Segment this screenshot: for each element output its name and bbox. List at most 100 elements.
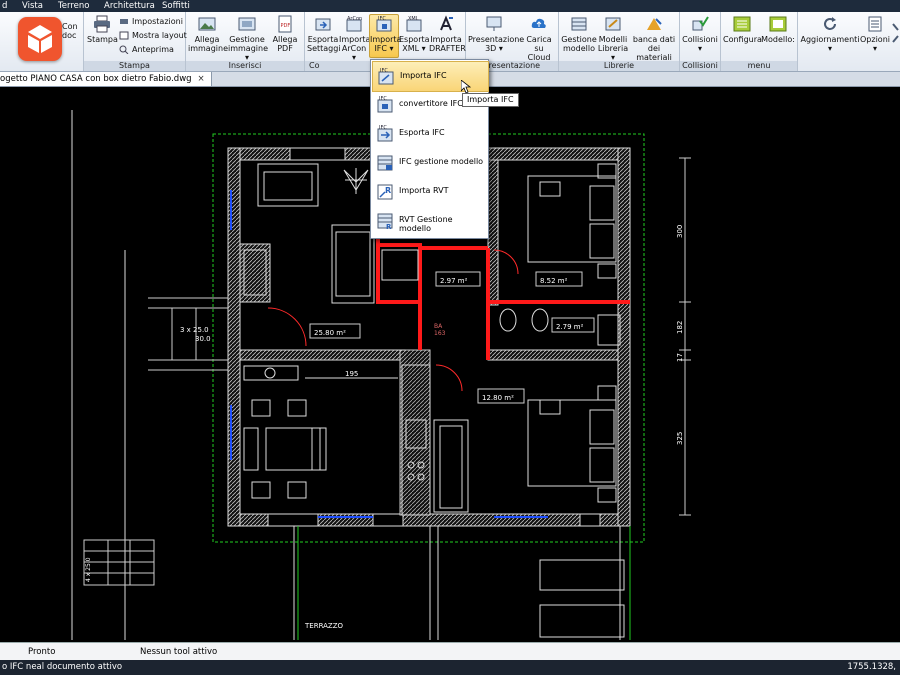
stampa-button[interactable]: Stampa [87, 15, 118, 44]
printer-icon [94, 15, 110, 33]
importa-drafter-button[interactable]: Importa DRAFTER [429, 15, 466, 53]
banca-dati-materiali-button[interactable]: banca dati dei materiali [631, 15, 677, 62]
group-label-menu: menu [721, 61, 797, 71]
terrace-label: TERRAZZO [304, 622, 344, 630]
group-label-stampa: Stampa [84, 61, 185, 71]
allega-pdf-button[interactable]: PDF Allega PDF [270, 15, 300, 53]
dropdown-item-ifc-gestione-modello[interactable]: IFC gestione modello [372, 148, 487, 177]
rvt-badge: R [386, 223, 392, 230]
ifc-badge: IFC [380, 68, 388, 74]
refresh-icon [824, 17, 836, 30]
model-menu-icon [769, 16, 787, 32]
modelli-libreria-button[interactable]: Modelli Libreria ▾ [597, 15, 629, 62]
wrench-icon[interactable] [891, 16, 900, 56]
annotation-label: 163 [434, 330, 446, 337]
importa-ifc-button[interactable]: IFC Importa IFC ▾ [369, 14, 401, 58]
library-icon [605, 17, 621, 31]
app-logo [18, 17, 62, 61]
dropdown-item-esporta-ifc[interactable]: IFC Esporta IFC [372, 119, 487, 148]
esporta-settaggi-button[interactable]: Esporta Settaggi [307, 15, 341, 53]
configura-button[interactable]: Configura [723, 15, 762, 44]
ifc-model-icon [377, 155, 393, 171]
rvt-model-icon: R [377, 213, 393, 230]
settings-printer-icon [120, 19, 128, 24]
carica-cloud-button[interactable]: Carica su Cloud [522, 15, 556, 62]
room-area-label: 12.80 m² [482, 394, 514, 402]
modello-button[interactable]: Modello: [761, 15, 795, 44]
image-icon [198, 17, 216, 31]
menu-item-soffitti[interactable]: Soffitti [162, 0, 190, 12]
export-settings-icon [315, 18, 331, 31]
dimension-label: 182 [676, 321, 684, 334]
menu-item-file[interactable]: d [2, 0, 7, 12]
ifc-converter-icon: IFC [377, 96, 393, 113]
rvt-badge: R [385, 186, 391, 195]
presentation-icon [486, 16, 502, 31]
image-manage-icon [238, 17, 256, 31]
arcon-icon: ArCon [346, 16, 362, 32]
coordinate-readout: 1755.1328, [847, 662, 896, 672]
ifc-badge: IFC [379, 96, 387, 102]
gestione-modello-button[interactable]: Gestione modello [561, 15, 597, 53]
annotation-label: BA [434, 323, 443, 330]
document-tab[interactable]: ogetto PIANO CASA con box dietro Fabio.d… [0, 72, 212, 86]
ribbon-group-librerie: Gestione modello Modelli Libreria ▾ banca … [559, 12, 680, 71]
menu-item-terreno[interactable]: Terreno [58, 0, 89, 12]
document-tab-title: ogetto PIANO CASA con box dietro Fabio.d… [0, 74, 192, 84]
room-area-label: 2.97 m² [440, 277, 468, 285]
cube-logo-icon [28, 25, 52, 53]
materials-db-icon [647, 18, 662, 30]
stair-dim-label: 30.0 [195, 335, 211, 343]
command-message: o IFC neal documento attivo [2, 662, 123, 672]
layout-icon [119, 31, 129, 40]
menu-bar: d Vista Terreno Architettura Soffitti [0, 0, 900, 12]
pdf-badge: PDF [281, 23, 291, 29]
mouse-cursor-icon [461, 80, 471, 94]
ifc-badge: IFC [379, 125, 387, 131]
status-active-tool: Nessun tool attivo [140, 647, 218, 657]
anteprima-button[interactable]: Anteprima [119, 44, 174, 55]
allega-immagine-button[interactable]: Allega immagine [188, 15, 228, 53]
gestione-immagine-button[interactable]: Gestione immagine ▾ [228, 15, 268, 62]
presentazione-3d-button[interactable]: Presentazione 3D ▾ [468, 15, 524, 53]
tooltip: Importa IFC [462, 93, 519, 107]
xml-badge: XML [408, 16, 419, 22]
documento-button[interactable]: Con doc [62, 22, 82, 40]
menu-item-architettura[interactable]: Architettura [104, 0, 155, 12]
importa-arcon-button[interactable]: ArCon Importa ArCon ▾ [339, 15, 370, 62]
dropdown-item-importa-rvt[interactable]: R Importa RVT [372, 177, 487, 206]
opzioni-button[interactable]: Opzioni ▾ [860, 15, 890, 53]
drafter-icon [440, 15, 453, 31]
ifc-badge: IFC [378, 16, 386, 22]
cloud-upload-icon [531, 18, 546, 28]
dropdown-item-importa-ifc[interactable]: IFC Importa IFC [372, 61, 489, 92]
ribbon-group-collisioni: Collisioni ▾ Collisioni [680, 12, 721, 71]
dimension-label: 300 [676, 225, 684, 238]
xml-icon: XML [406, 16, 422, 32]
mostra-layout-button[interactable]: Mostra layout [119, 30, 187, 41]
preview-icon [119, 45, 129, 54]
configure-icon [733, 16, 751, 32]
dimension-label: 195 [345, 370, 358, 378]
esporta-xml-button[interactable]: XML Esporta XML ▾ [399, 15, 430, 53]
stair-dim-label: 4 x 25.0 [85, 557, 92, 582]
ribbon-group-aggiornamenti: Aggiornamenti ▾ Opzioni ▾ [798, 12, 900, 71]
impostazioni-button[interactable]: Impostazioni [119, 16, 183, 27]
room-area-label: 2.79 m² [556, 323, 584, 331]
menu-item-vista[interactable]: Vista [22, 0, 43, 12]
ribbon-group-stampa: Stampa Impostazioni Mostra layout Antepr… [84, 12, 187, 71]
model-manage-icon [571, 17, 587, 31]
options-icon [868, 16, 882, 32]
stair-dim-label: 3 x 25.0 [180, 326, 209, 334]
status-ready: Pronto [28, 647, 56, 657]
collisioni-button[interactable]: Collisioni ▾ [681, 15, 719, 53]
dropdown-item-rvt-gestione-modello[interactable]: R RVT Gestione modello [372, 206, 487, 235]
room-area-label: 25.80 m² [314, 329, 346, 337]
close-tab-icon[interactable]: × [198, 74, 205, 84]
aggiornamenti-button[interactable]: Aggiornamenti ▾ [800, 15, 860, 53]
ifc-import-icon: IFC [378, 68, 394, 85]
group-label-inserisci: Inserisci [186, 61, 304, 71]
group-label-librerie: Librerie [559, 61, 679, 71]
room-area-label: 8.52 m² [540, 277, 568, 285]
arcon-badge: ArCon [347, 16, 362, 22]
